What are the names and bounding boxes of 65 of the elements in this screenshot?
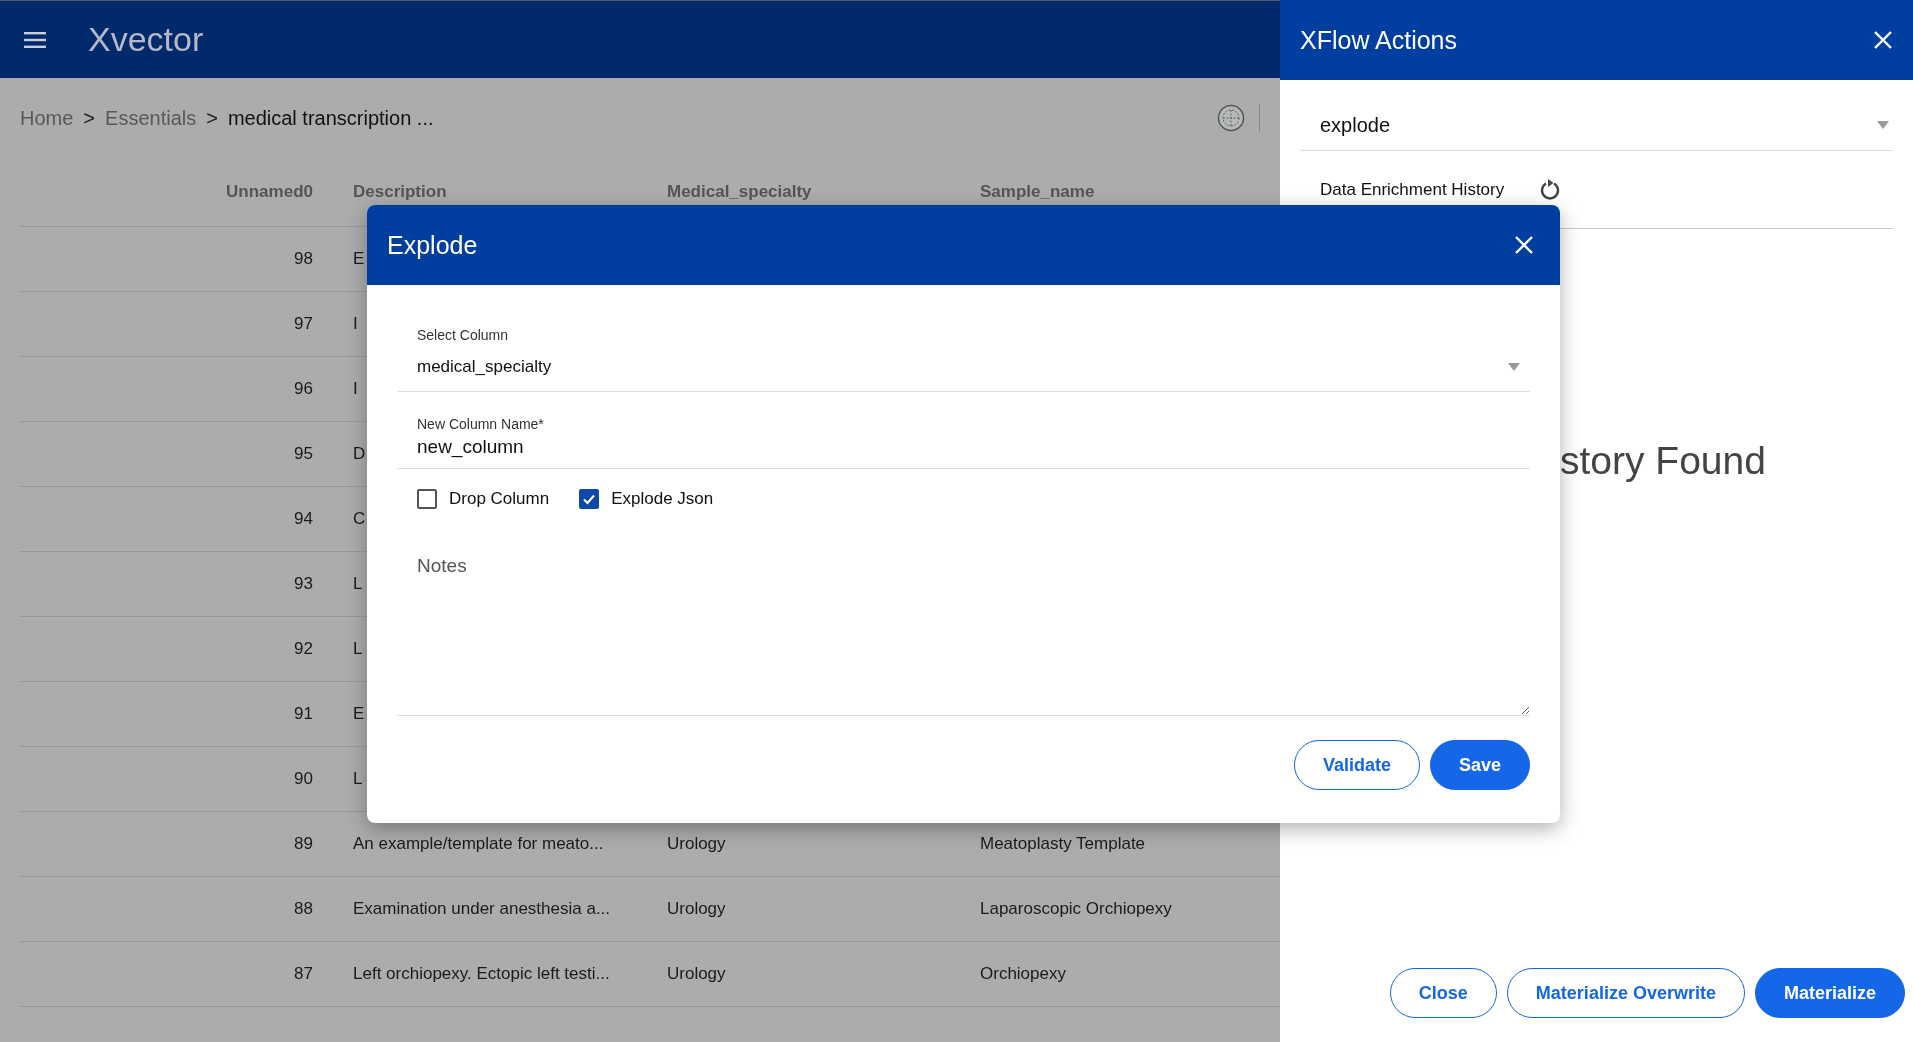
menu-icon[interactable] (24, 31, 46, 48)
table-cell: 87 (294, 964, 313, 983)
table-cell: Examination under anesthesia a... (353, 899, 611, 918)
table-cell: Urology (667, 834, 726, 853)
empty-message: story Found (1560, 439, 1766, 482)
primary-button[interactable]: Save (1429, 740, 1530, 790)
table-cell: 94 (294, 509, 313, 528)
input-field[interactable]: new_column (417, 432, 1520, 468)
table-cell: 93 (294, 574, 313, 593)
table-cell: 95 (294, 444, 313, 463)
caret-icon (1508, 363, 1520, 371)
close-icon[interactable] (1873, 30, 1893, 50)
caret-icon (1877, 121, 1889, 129)
table-cell: D (353, 444, 366, 463)
table-cell: 91 (294, 704, 313, 723)
select-field[interactable]: Select Column medical_specialty (397, 315, 1530, 392)
table-cell: Urology (667, 899, 726, 918)
table-cell: L (353, 769, 363, 788)
breadcrumb-link[interactable]: medical transcription ... (227, 106, 434, 130)
table-cell: I (353, 314, 358, 333)
breadcrumb-link[interactable]: Essentials (105, 106, 197, 130)
table-cell: 89 (294, 834, 313, 853)
breadcrumb-separator: > (206, 106, 218, 130)
table-cell: L (353, 574, 363, 593)
globe-icon[interactable] (1217, 104, 1245, 132)
table-cell: 97 (294, 314, 313, 333)
primary-button[interactable]: Materialize (1754, 968, 1905, 1018)
notes-field[interactable]: Notes (397, 545, 1530, 716)
close-icon[interactable] (1514, 235, 1534, 255)
breadcrumb-separator: > (83, 106, 96, 130)
table-cell: E (353, 704, 365, 723)
panel-title: XFlow Actions (1300, 25, 1457, 55)
checkbox[interactable] (417, 489, 437, 509)
app-logo: Xvector (88, 20, 204, 59)
column-header[interactable]: Sample_name (980, 182, 1095, 201)
table-cell: Meatoplasty Template (980, 834, 1146, 853)
outline-button[interactable]: Close (1389, 968, 1497, 1018)
field-label: New Column Name* (417, 415, 545, 432)
column-header[interactable]: Description (353, 182, 447, 201)
column-header[interactable]: Unnamed0 (226, 182, 313, 201)
table-cell: E (353, 249, 365, 268)
table-cell: I (353, 379, 358, 398)
table-cell: Left orchiopexy. Ectopic left testi... (353, 964, 610, 983)
field-label: Select Column (417, 326, 510, 343)
checkbox[interactable] (579, 489, 600, 509)
column-header[interactable]: Medical_specialty (667, 182, 812, 201)
checkbox-label: Explode Json (611, 489, 714, 509)
table-cell: Laparoscopic Orchiopexy (980, 899, 1172, 918)
table-cell: Urology (667, 964, 726, 983)
dialog-title: Explode (387, 230, 478, 260)
table-cell: Orchiopexy (980, 964, 1066, 983)
table-cell: An example/template for meato... (353, 834, 604, 853)
breadcrumb-link[interactable]: Home (20, 106, 74, 130)
table-cell: 90 (294, 769, 313, 788)
checkbox-label: Drop Column (449, 489, 550, 509)
table-cell: C (353, 509, 366, 528)
history-label: Data Enrichment History (1320, 179, 1505, 200)
table-cell: 92 (294, 639, 313, 658)
outline-button[interactable]: Validate (1293, 740, 1420, 790)
action-select[interactable]: explode (1300, 100, 1893, 151)
table-cell: 96 (294, 379, 313, 398)
outline-button[interactable]: Materialize Overwrite (1506, 968, 1745, 1018)
table-cell: L (353, 639, 363, 658)
table-cell: 88 (294, 899, 313, 918)
table-cell: 98 (294, 249, 313, 268)
